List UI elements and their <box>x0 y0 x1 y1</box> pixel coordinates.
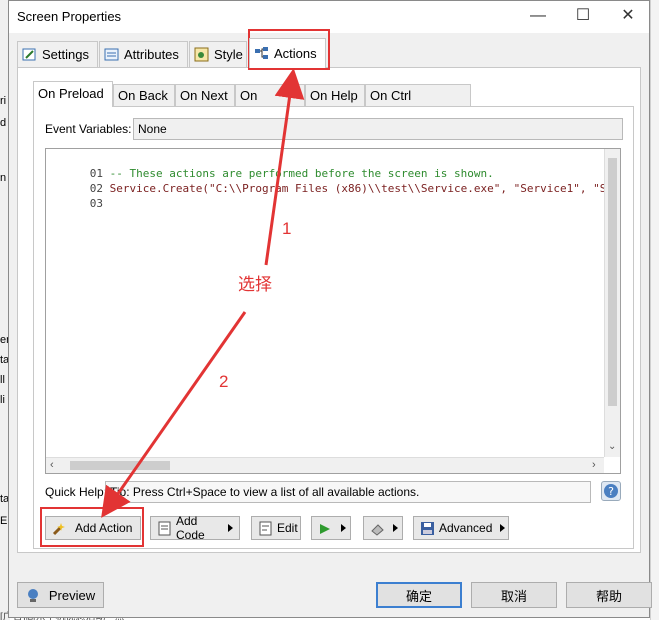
arrow-to-add-action <box>101 311 247 518</box>
tab-label: Actions <box>274 46 317 61</box>
annotation-step1: 1 <box>282 219 292 238</box>
annotation-step2: 2 <box>219 372 229 391</box>
actions-icon <box>254 46 269 61</box>
annotation-choose: 选择 <box>238 275 272 295</box>
tab-on-preload[interactable]: On Preload <box>33 81 113 107</box>
tab-actions[interactable]: Actions <box>249 38 326 68</box>
